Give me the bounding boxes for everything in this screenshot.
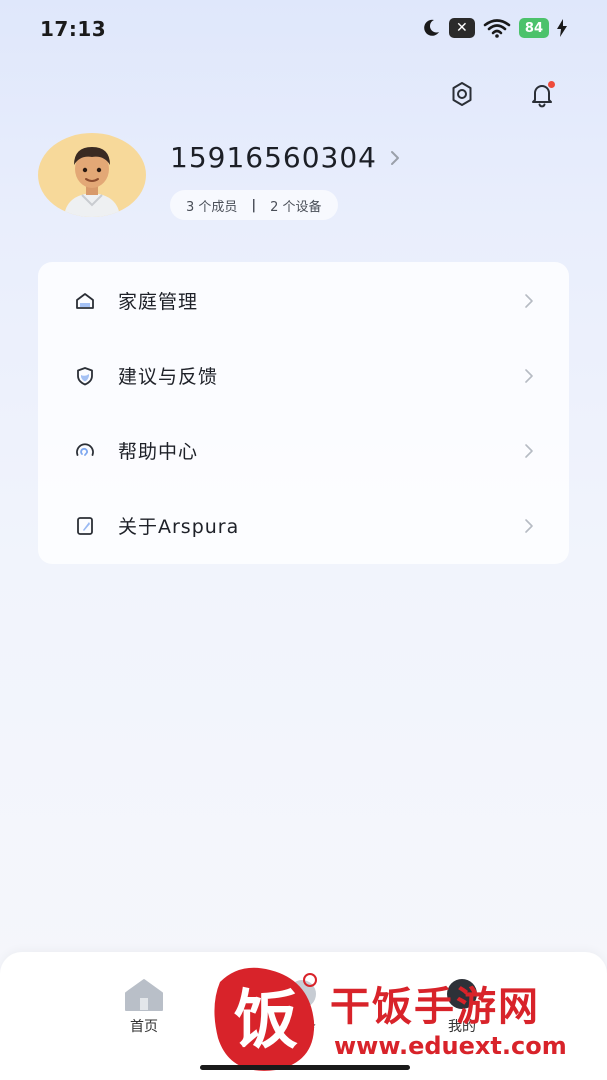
separator: | [251,197,257,213]
house-icon [125,979,163,1011]
settings-icon [452,82,472,106]
chevron-right-icon [525,293,533,308]
chevron-right-icon [525,518,533,533]
home-indicator [200,1065,410,1070]
menu-item-help-center[interactable]: 帮助中心 [38,413,569,488]
watermark-title: 干饭手游网 [330,984,540,1030]
settings-button[interactable] [446,78,478,110]
menu-item-label: 家庭管理 [118,291,199,313]
battery-level: 84 [524,20,543,36]
moon-icon [424,19,439,36]
menu-item-family-management[interactable]: 家庭管理 [38,263,569,338]
avatar-illustration [64,147,120,217]
menu-item-label: 帮助中心 [118,441,199,463]
chevron-right-icon [525,368,533,383]
status-icons: ✕ 84 [421,18,567,38]
profile-name-row[interactable]: 15916560304 [170,141,401,174]
tab-home[interactable]: 首页 [104,976,184,1036]
member-count: 3 个成员 [186,199,238,215]
menu-item-label: 建议与反馈 [118,366,219,388]
notifications-button[interactable] [526,78,558,110]
watermark-url: www.eduext.com [334,1032,567,1060]
wifi-icon [483,19,511,38]
avatar[interactable] [38,133,146,217]
status-bar: 17:13 ✕ 84 [0,0,607,60]
menu-card: 家庭管理 建议与反馈 帮助中心 关于Arspura [38,262,569,564]
watermark-logo-icon: 饭 [214,967,317,1071]
status-time: 17:13 [40,17,107,41]
notification-dot [548,81,555,88]
menu-item-feedback[interactable]: 建议与反馈 [38,338,569,413]
charging-icon [557,19,567,37]
device-count: 2 个设备 [270,199,322,215]
menu-item-label: 关于Arspura [118,516,240,538]
phone-number: 15916560304 [170,141,377,174]
tab-label: 首页 [130,1019,158,1035]
chevron-right-icon [390,150,399,165]
close-box-icon: ✕ [448,18,475,38]
watermark: 饭 干饭手游网 www.eduext.com [210,962,600,1074]
menu-item-about[interactable]: 关于Arspura [38,488,569,563]
family-summary-pill[interactable]: 3 个成员 | 2 个设备 [170,190,338,220]
watermark-badge-text: 饭 [234,984,298,1058]
home-icon [76,292,94,309]
help-icon [76,442,94,456]
shield-icon [77,366,93,385]
battery-icon: 84 [518,18,549,38]
note-icon [77,516,93,535]
chevron-right-icon [525,443,533,458]
